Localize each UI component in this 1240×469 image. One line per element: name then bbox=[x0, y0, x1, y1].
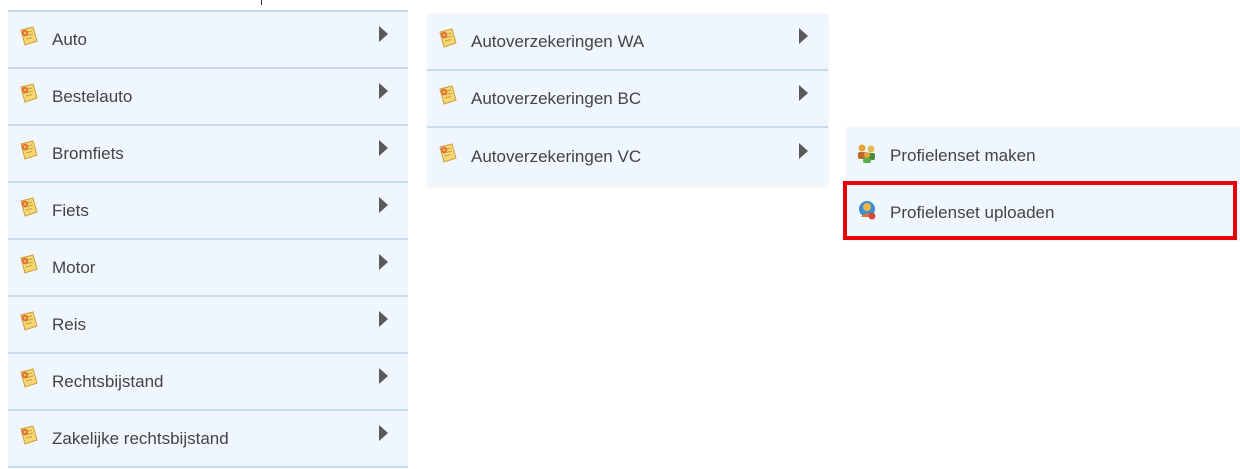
menu-item-label: Auto bbox=[52, 29, 87, 49]
submenu-arrow-icon bbox=[379, 139, 388, 156]
submenu-arrow-icon bbox=[379, 25, 388, 42]
submenu-arrow-icon bbox=[379, 196, 388, 213]
insurance-doc-icon bbox=[437, 143, 459, 165]
top-edge-mark bbox=[261, 0, 262, 5]
submenu-arrow-icon bbox=[379, 253, 388, 270]
submenu-item-autoverzekeringen-bc[interactable]: Autoverzekeringen BC bbox=[427, 71, 828, 128]
menu-item-rechtsbijstand[interactable]: Rechtsbijstand bbox=[8, 354, 408, 411]
insurance-doc-icon bbox=[437, 28, 459, 50]
menu-item-auto[interactable]: Auto bbox=[8, 12, 408, 69]
submenu-item-label: Autoverzekeringen VC bbox=[471, 146, 642, 166]
submenu-arrow-icon bbox=[379, 367, 388, 384]
insurance-doc-icon bbox=[18, 425, 40, 447]
menu-item-label: Rechtsbijstand bbox=[52, 371, 164, 391]
insurance-doc-icon bbox=[18, 254, 40, 276]
submenu-arrow-icon bbox=[799, 142, 808, 159]
submenu-arrow-icon bbox=[379, 310, 388, 327]
menu-item-label: Bestelauto bbox=[52, 86, 133, 106]
insurance-doc-icon bbox=[18, 26, 40, 48]
menu-item-motor[interactable]: Motor bbox=[8, 240, 408, 297]
menu-item-label: Zakelijke rechtsbijstand bbox=[52, 428, 229, 448]
profile-upload-icon bbox=[856, 199, 878, 221]
submenu-arrow-icon bbox=[379, 424, 388, 441]
menu-item-bromfiets[interactable]: Bromfiets bbox=[8, 126, 408, 183]
auto-insurance-submenu: Autoverzekeringen WA Autoverzekeringen B… bbox=[427, 14, 828, 185]
submenu-item-autoverzekeringen-vc[interactable]: Autoverzekeringen VC bbox=[427, 128, 828, 185]
menu-item-fiets[interactable]: Fiets bbox=[8, 183, 408, 240]
insurance-doc-icon bbox=[18, 311, 40, 333]
menu-item-reis[interactable]: Reis bbox=[8, 297, 408, 354]
submenu-arrow-icon bbox=[379, 82, 388, 99]
submenu-arrow-icon bbox=[799, 27, 808, 44]
profile-set-submenu: Profielenset maken Profielenset uploaden bbox=[846, 127, 1240, 241]
menu-item-bestelauto[interactable]: Bestelauto bbox=[8, 69, 408, 126]
submenu-arrow-icon bbox=[799, 84, 808, 101]
submenu-item-profielenset-uploaden[interactable]: Profielenset uploaden bbox=[846, 184, 1240, 241]
menu-item-label: Reis bbox=[52, 314, 87, 334]
insurance-doc-icon bbox=[437, 85, 459, 107]
insurance-doc-icon bbox=[18, 197, 40, 219]
submenu-item-profielenset-maken[interactable]: Profielenset maken bbox=[846, 127, 1240, 184]
insurance-doc-icon bbox=[18, 83, 40, 105]
insurance-doc-icon bbox=[18, 140, 40, 162]
insurance-doc-icon bbox=[18, 368, 40, 390]
submenu-item-label: Autoverzekeringen WA bbox=[471, 31, 645, 51]
menu-item-label: Bromfiets bbox=[52, 143, 124, 163]
menu-item-zakelijke-rechtsbijstand[interactable]: Zakelijke rechtsbijstand bbox=[8, 411, 408, 468]
menu-item-label: Motor bbox=[52, 257, 96, 277]
insurance-category-menu: Auto Bestelauto Bromfiets Fiets Motor Re… bbox=[8, 10, 408, 468]
submenu-item-label: Profielenset uploaden bbox=[890, 202, 1055, 222]
profile-group-icon bbox=[856, 142, 878, 164]
menu-item-label: Fiets bbox=[52, 200, 89, 220]
submenu-item-autoverzekeringen-wa[interactable]: Autoverzekeringen WA bbox=[427, 14, 828, 71]
submenu-item-label: Autoverzekeringen BC bbox=[471, 88, 642, 108]
submenu-item-label: Profielenset maken bbox=[890, 145, 1036, 165]
